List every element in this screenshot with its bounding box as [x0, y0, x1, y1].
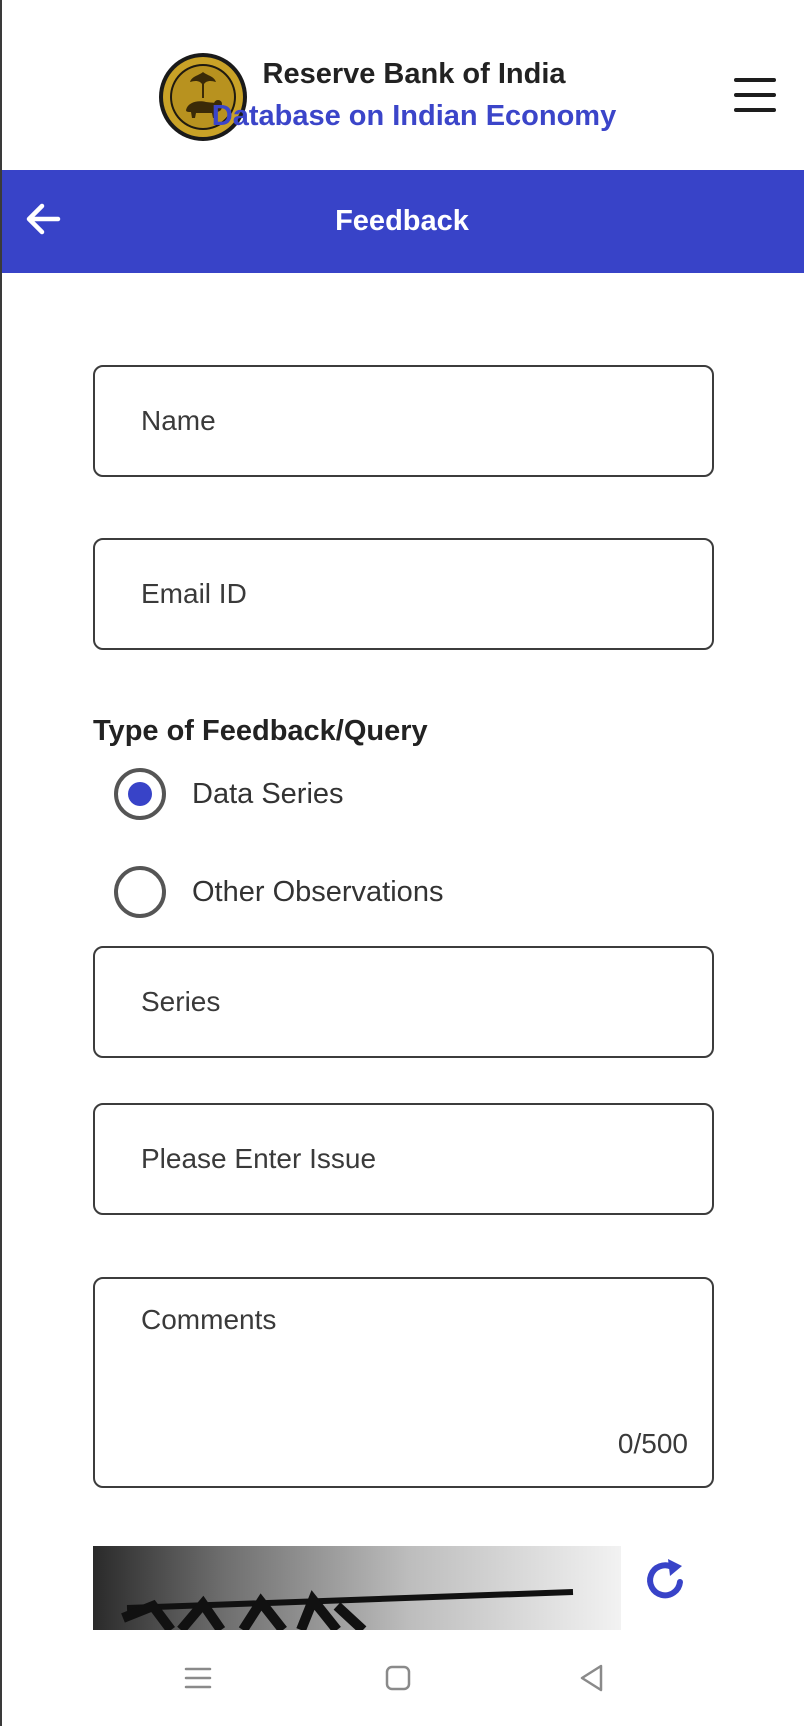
radio-selected-icon[interactable]: [114, 768, 166, 820]
radio-label-data-series: Data Series: [192, 777, 344, 810]
email-field[interactable]: Email ID: [93, 538, 714, 650]
system-navigation-bar: [0, 1630, 804, 1726]
captcha-image: [93, 1546, 621, 1630]
series-field[interactable]: Series: [93, 946, 714, 1058]
radio-option-data-series[interactable]: Data Series: [114, 766, 344, 822]
name-field[interactable]: Name: [93, 365, 714, 477]
comments-placeholder: Comments: [141, 1304, 277, 1335]
recents-icon[interactable]: [180, 1660, 216, 1696]
home-icon[interactable]: [380, 1660, 416, 1696]
nav-back-icon[interactable]: [574, 1660, 610, 1696]
radio-option-other-observations[interactable]: Other Observations: [114, 864, 443, 920]
arrow-left-icon[interactable]: [20, 196, 66, 242]
hamburger-menu-icon[interactable]: [734, 78, 776, 114]
page-title: Feedback: [335, 205, 469, 237]
window-left-border: [0, 0, 2, 1726]
comments-char-counter: 0/500: [617, 1428, 688, 1459]
header-subtitle: Database on Indian Economy: [211, 100, 617, 132]
radio-unselected-icon[interactable]: [114, 866, 166, 918]
header-title: Reserve Bank of India: [262, 58, 566, 90]
refresh-icon[interactable]: [642, 1556, 690, 1604]
captcha-distortion-icon: [121, 1589, 574, 1630]
issue-field[interactable]: Please Enter Issue: [93, 1103, 714, 1215]
app-header: Reserve Bank of India Database on Indian…: [0, 0, 804, 170]
comments-field[interactable]: Comments 0/500: [93, 1277, 714, 1488]
page-toolbar: Feedback: [0, 170, 804, 273]
radio-label-other-observations: Other Observations: [192, 875, 444, 908]
feedback-type-label: Type of Feedback/Query: [93, 715, 428, 747]
